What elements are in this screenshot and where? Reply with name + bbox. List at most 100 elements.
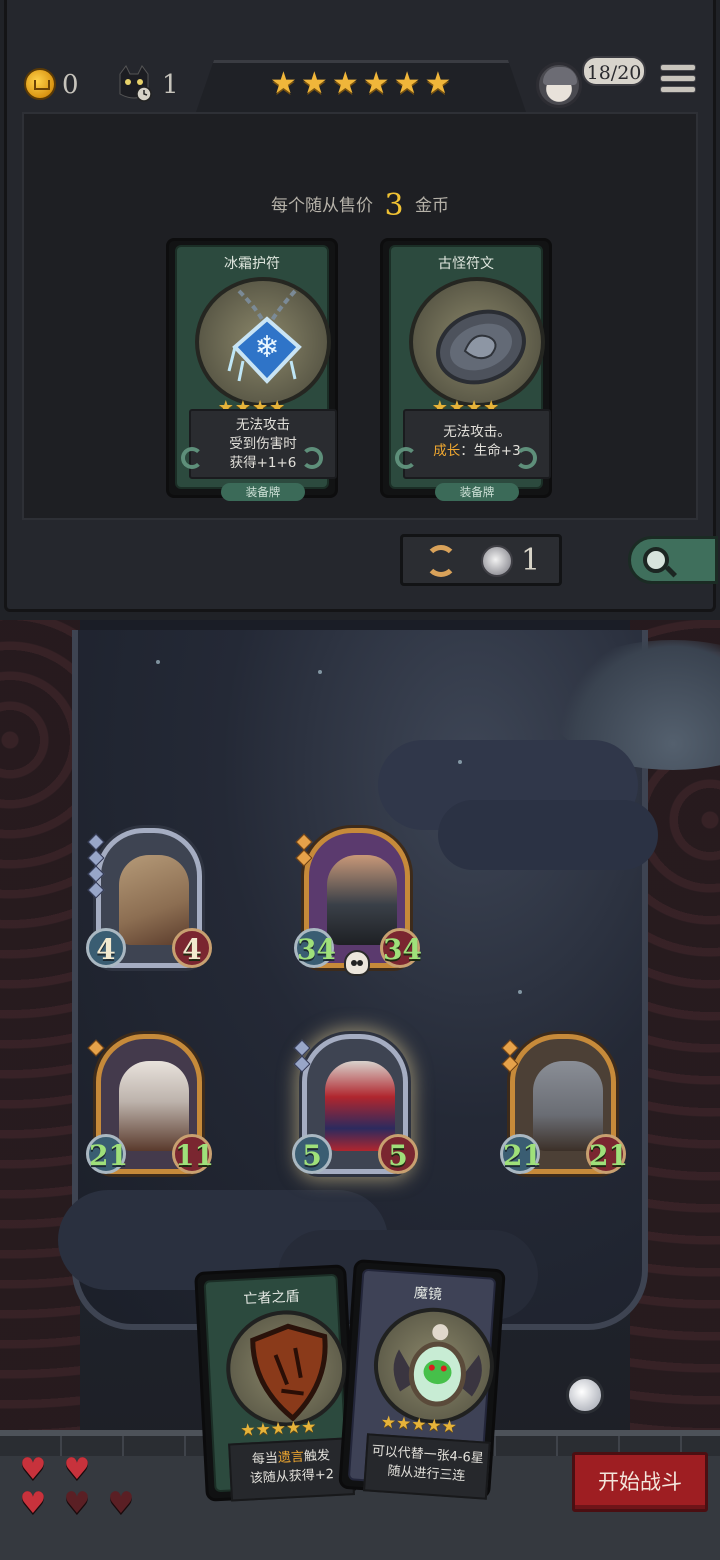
corner-ornament-icon: [395, 447, 417, 469]
frost-amulet-icon: ❄: [227, 289, 302, 384]
sell-suffix: 金币: [414, 196, 449, 216]
menu-bar-icon: [660, 75, 696, 82]
star-dot: [518, 990, 522, 994]
magic-mirror-icon: [393, 1324, 482, 1407]
card-type-tag: 装备牌: [435, 483, 519, 501]
level-gem-icon: [293, 1039, 311, 1057]
shop-panel: [22, 112, 698, 520]
tier-star-icon: ★: [300, 66, 328, 101]
star-dot: [458, 760, 462, 764]
player-avatar[interactable]: [536, 62, 582, 108]
shop-card-frost-amulet[interactable]: 冰霜护符 ❄ ★★★★ 无法攻击 受到伤害时 获得+1+6 装备牌: [166, 238, 338, 501]
card-art: ❄: [195, 277, 331, 407]
refresh-button[interactable]: 1: [400, 534, 562, 586]
heart-icon: ♥: [107, 1486, 135, 1521]
shop-area: 0 1 ★ ★ ★ ★ ★ ★ 18/20 每个随从售价 3 金币 冰霜护符 ❄…: [0, 0, 720, 620]
refresh-icon: [425, 545, 457, 577]
level-gem-icon: [87, 1039, 105, 1057]
card-plate: 魔镜 ★★★★★ 可以代替一张4-6星 随从进行三连: [347, 1268, 498, 1500]
sell-price-info: 每个随从售价 3 金币: [0, 188, 720, 223]
sell-price: 3: [384, 188, 404, 223]
refresh-cost: 1: [521, 543, 541, 578]
hint-orb-button[interactable]: [566, 1376, 604, 1414]
minion-health: 5: [378, 1134, 418, 1174]
life-counter: 18/20: [582, 56, 646, 86]
minion-card[interactable]: 4 4: [86, 828, 212, 978]
minion-attack: 5: [292, 1134, 332, 1174]
card-art: [370, 1303, 498, 1428]
card-description: 可以代替一张4-6星 随从进行三连: [363, 1433, 491, 1500]
search-icon-handle: [664, 565, 678, 578]
skull-icon: [344, 950, 370, 976]
level-gem-icon: [87, 833, 105, 851]
desc-text: 触发: [303, 1448, 331, 1465]
gold-coin-icon: [24, 68, 56, 100]
card-name: 魔镜: [413, 1285, 443, 1304]
svg-text:❄: ❄: [254, 330, 279, 365]
tier-star-icon: ★: [424, 66, 452, 101]
player-hearts: ♥ ♥ ♥ ♥ ♥: [18, 1452, 148, 1536]
minion-attack: 4: [86, 928, 126, 968]
card-plate: 冰霜护符 ❄ ★★★★ 无法攻击 受到伤害时 获得+1+6 装备牌: [175, 245, 337, 501]
card-description: 每当遗言触发 该随从获得+2: [228, 1437, 355, 1502]
minion-health: 4: [172, 928, 212, 968]
corner-ornament-icon: [515, 447, 537, 469]
corner-ornament-icon: [301, 447, 323, 469]
minion-health: 34: [380, 928, 422, 968]
hand-card-undead-shield[interactable]: 亡者之盾 ★★★★★ 每当遗言触发 该随从获得+2: [194, 1264, 358, 1502]
card-plate: 古怪符文 ★★★★ 无法攻击。 成长：生命+3 装备牌: [389, 245, 551, 501]
start-battle-button[interactable]: 开始战斗: [572, 1452, 708, 1512]
card-art: [223, 1307, 350, 1430]
keyword-growth: 成长: [433, 443, 461, 459]
corner-ornament-icon: [181, 447, 203, 469]
minion-card[interactable]: 34 34: [294, 828, 422, 978]
desc-text: ：生命+3: [460, 443, 521, 459]
minion-attack: 34: [294, 928, 336, 968]
minion-card[interactable]: 5 5: [292, 1034, 418, 1184]
sell-prefix: 每个随从售价: [271, 196, 374, 216]
minion-attack: 21: [86, 1134, 128, 1174]
gear-wall-left: [0, 620, 80, 1560]
tier-star-icon: ★: [362, 66, 390, 101]
minion-health: 11: [172, 1134, 214, 1174]
star-dot: [318, 670, 322, 674]
menu-bar-icon: [660, 64, 696, 71]
menu-bar-icon: [660, 86, 696, 93]
game-screen: 0 1 ★ ★ ★ ★ ★ ★ 18/20 每个随从售价 3 金币 冰霜护符 ❄…: [0, 0, 720, 1560]
silver-token-icon: [481, 545, 513, 577]
card-name: 冰霜护符: [224, 256, 280, 272]
minion-card[interactable]: 21 11: [86, 1034, 214, 1184]
minion-attack: 21: [500, 1134, 542, 1174]
card-name: 古怪符文: [438, 256, 494, 272]
heart-icon: ♥: [63, 1452, 91, 1487]
keyword-deathrattle: 遗言: [277, 1449, 305, 1466]
tier-star-icon: ★: [331, 66, 359, 101]
wooden-shield-icon: [250, 1323, 328, 1422]
menu-button[interactable]: [660, 64, 696, 98]
shop-card-strange-rune[interactable]: 古怪符文 ★★★★ 无法攻击。 成长：生命+3 装备牌: [380, 238, 552, 501]
card-type-tag: 装备牌: [221, 483, 305, 501]
heart-icon: ♥: [19, 1486, 47, 1521]
desc-line: 无法攻击: [236, 417, 290, 433]
black-cat-icon: [119, 65, 152, 102]
hand-card-magic-mirror[interactable]: 魔镜 ★★★★★ 可以代替一张4-6星 随从进行三连: [338, 1258, 506, 1500]
card-name: 亡者之盾: [243, 1288, 300, 1308]
desc-text: 每当: [251, 1451, 279, 1468]
card-plate: 亡者之盾 ★★★★★ 每当遗言触发 该随从获得+2: [203, 1273, 355, 1502]
cat-count: 1: [162, 70, 179, 100]
minion-card[interactable]: 21 21: [500, 1034, 628, 1184]
search-button[interactable]: [628, 536, 718, 584]
level-gem-icon: [295, 833, 313, 851]
battle-board: 4 4 34 34 21 11 5 5 21 21 亡者之盾 ★★★★★ 每当遗…: [0, 620, 720, 1560]
board-stage: [58, 630, 720, 1330]
cloud: [438, 800, 658, 870]
minion-health: 21: [586, 1134, 628, 1174]
hud-bar: 0 1 ★ ★ ★ ★ ★ ★ 18/20: [0, 56, 720, 112]
strange-rune-icon: [436, 309, 526, 385]
heart-icon: ♥: [63, 1486, 91, 1521]
star-dot: [156, 660, 160, 664]
gold-count: 0: [62, 70, 79, 100]
tier-star-icon: ★: [393, 66, 421, 101]
card-art: [409, 277, 545, 407]
tier-star-icon: ★: [270, 66, 297, 101]
